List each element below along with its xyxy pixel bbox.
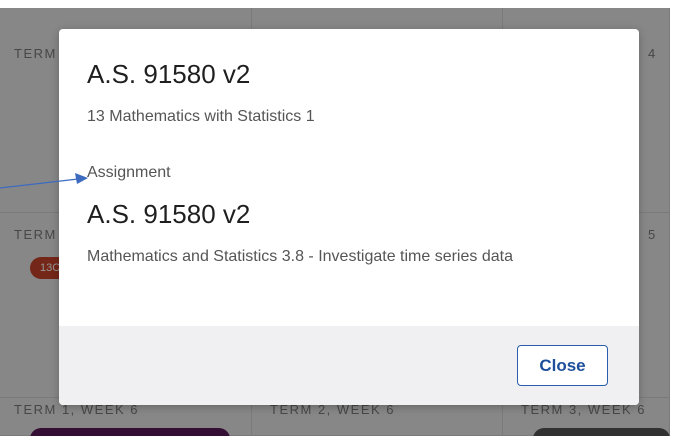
page: TERM 4 TERM 13C 5 TERM 1, WEEK 6 TERM 2,… [0, 0, 675, 436]
close-button[interactable]: Close [517, 345, 608, 386]
assessment-modal: A.S. 91580 v2 13 Mathematics with Statis… [59, 29, 639, 405]
assessment-description: Mathematics and Statistics 3.8 - Investi… [87, 248, 513, 265]
top-strip [0, 0, 675, 8]
modal-body: A.S. 91580 v2 13 Mathematics with Statis… [59, 29, 639, 326]
modal-title: A.S. 91580 v2 [87, 59, 251, 89]
annotation-arrow-icon [0, 173, 88, 189]
modal-subtitle: 13 Mathematics with Statistics 1 [87, 108, 315, 125]
modal-footer: Close [59, 326, 639, 405]
assessment-title: A.S. 91580 v2 [87, 199, 251, 229]
